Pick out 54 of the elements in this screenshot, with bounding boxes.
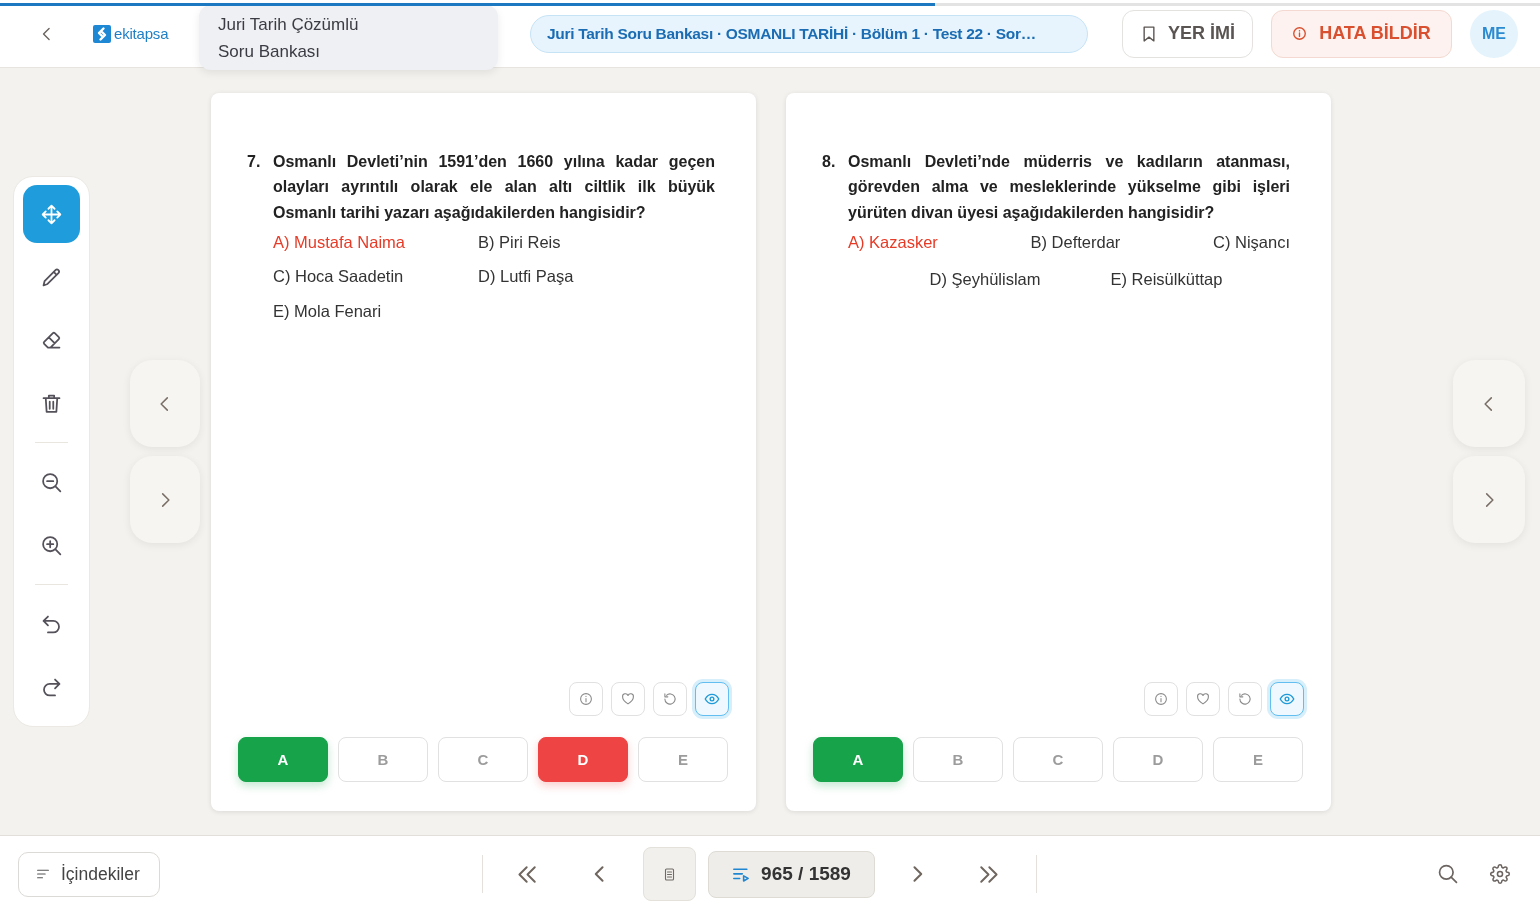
question-number: 7. bbox=[247, 151, 262, 172]
logo-text: ekitapsa bbox=[114, 25, 169, 42]
list-play-icon bbox=[731, 865, 752, 883]
question-text: Osmanlı Devleti’nde müderris ve kadıların atanması, görevden alma ve mesleklerinde yükselme gibi işleri yürüten divan üyesi aşağıdakilerden hangisidir? bbox=[848, 151, 1290, 223]
answer-option-text: B) Defterdar bbox=[1030, 232, 1121, 252]
heart-icon bbox=[1196, 691, 1210, 706]
info-icon bbox=[1154, 691, 1168, 706]
answer-option-text: D) Şeyhülislam bbox=[929, 270, 1041, 290]
question-action-button[interactable] bbox=[695, 681, 729, 716]
reset-icon bbox=[1238, 691, 1252, 706]
answer-option-text: E) Mola Fenari bbox=[273, 301, 383, 321]
answer-option-text: C) Hoca Saadetin bbox=[273, 267, 405, 287]
answer-option-text: B) Piri Reis bbox=[478, 232, 562, 252]
answer-choice-button[interactable]: C bbox=[438, 736, 528, 782]
answer-choice-button[interactable]: A bbox=[813, 736, 903, 782]
breadcrumb-pill[interactable]: Juri Tarih Soru Bankası · OSMANLI TARİHİ · Bölüm 1 · Test 22 · Sor… bbox=[530, 14, 1088, 53]
settings-button[interactable] bbox=[1489, 863, 1511, 885]
info-icon bbox=[579, 691, 593, 706]
question-action-button[interactable] bbox=[1270, 681, 1304, 716]
answer-option-text: C) Nişancı bbox=[1212, 232, 1290, 252]
lines-icon bbox=[35, 867, 51, 881]
question-number: 8. bbox=[822, 151, 837, 172]
question-text: Osmanlı Devleti’nin 1591’den 1660 yılına kadar geçen olayları ayrıntılı olarak ele alan altı ciltlik ilk büyük Osmanlı tarihi yazarı aşağıdakilerden hangisidir? bbox=[273, 151, 715, 223]
search-button[interactable] bbox=[1437, 863, 1459, 885]
heart-icon bbox=[621, 691, 635, 706]
info-icon bbox=[1292, 26, 1308, 41]
bookmark-button[interactable]: YER İMİ bbox=[1122, 9, 1253, 58]
zoom-in-icon bbox=[40, 533, 63, 557]
user-avatar[interactable]: ME bbox=[1470, 9, 1518, 58]
contents-button[interactable]: İçindekiler bbox=[18, 851, 160, 897]
answer-option-text: D) Lutfi Paşa bbox=[478, 267, 575, 287]
report-error-button[interactable]: HATA BİLDİR bbox=[1271, 9, 1452, 58]
reset-icon bbox=[663, 691, 677, 706]
document-icon bbox=[662, 865, 676, 883]
answer-choice-button[interactable]: C bbox=[1013, 736, 1103, 782]
answer-choice-button[interactable]: D bbox=[1113, 736, 1203, 782]
page-view-button[interactable] bbox=[642, 847, 696, 901]
book-title: Juri Tarih Çözümlü Soru Bankası bbox=[218, 14, 360, 63]
answer-choice-button[interactable]: E bbox=[638, 736, 728, 782]
logo-icon bbox=[93, 24, 111, 43]
search-icon bbox=[1437, 863, 1459, 885]
zoom-out-icon bbox=[40, 470, 63, 494]
answer-choice-button[interactable]: D bbox=[538, 736, 628, 782]
answer-choice-button[interactable]: E bbox=[1213, 736, 1303, 782]
page-counter-button[interactable]: 965 / 1589 bbox=[707, 850, 875, 898]
answer-choice-button[interactable]: B bbox=[338, 736, 428, 782]
answer-option-text: A) Mustafa Naima bbox=[273, 232, 407, 252]
answer-choice-button[interactable]: B bbox=[913, 736, 1003, 782]
settings-icon bbox=[1489, 863, 1511, 885]
answer-choice-button[interactable]: A bbox=[238, 736, 328, 782]
answer-option-text: A) Kazasker bbox=[848, 232, 938, 252]
move-arrows-icon bbox=[40, 202, 63, 226]
answer-option-text: E) Reisülküttap bbox=[1110, 270, 1223, 290]
bookmark-icon bbox=[1140, 23, 1158, 44]
